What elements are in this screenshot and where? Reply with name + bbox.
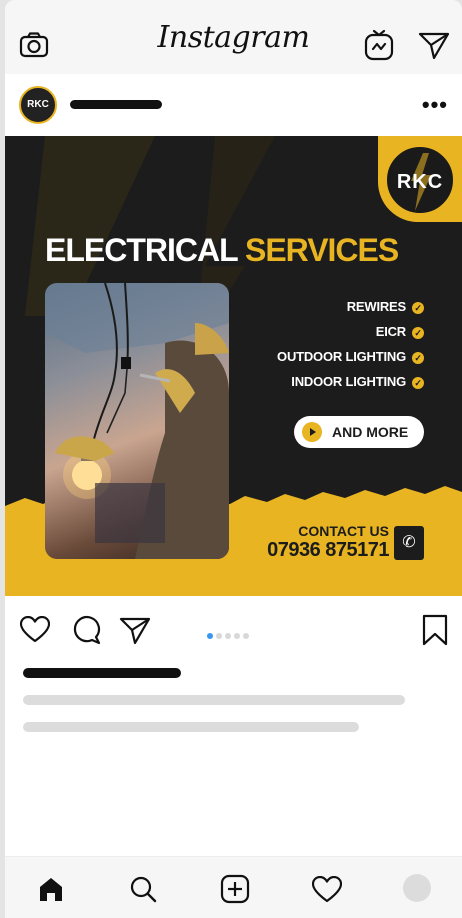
carousel-dot xyxy=(225,633,231,639)
caption-text-placeholder-line xyxy=(23,695,405,705)
electrician-working-illustration xyxy=(45,283,229,559)
profile-avatar[interactable] xyxy=(403,874,431,902)
post-author-avatar[interactable]: RKC xyxy=(19,86,57,124)
more-options-icon[interactable]: ••• xyxy=(422,92,448,118)
contact-block: CONTACT US 07936 875171 xyxy=(267,523,389,562)
username-placeholder[interactable] xyxy=(70,100,162,109)
bookmark-icon[interactable] xyxy=(422,614,448,646)
logo-circle: RKC xyxy=(384,144,456,216)
add-post-icon[interactable] xyxy=(220,874,250,904)
carousel-indicator xyxy=(207,626,252,644)
service-item: EICR ✓ xyxy=(277,323,424,348)
headline: ELECTRICAL SERVICES xyxy=(45,232,399,269)
caption-text-placeholder-line xyxy=(23,722,359,732)
service-label: EICR xyxy=(375,324,406,339)
direct-message-icon[interactable] xyxy=(418,31,450,59)
service-label: REWIRES xyxy=(346,299,406,314)
check-circle-icon: ✓ xyxy=(412,301,424,314)
igtv-icon[interactable] xyxy=(364,29,394,61)
post-image[interactable]: RKC ELECTRICAL SERVICES REWIRES ✓ EICR ✓… xyxy=(5,136,462,596)
post-action-bar xyxy=(5,596,462,666)
post-header: RKC ••• xyxy=(5,74,462,136)
bottom-navigation xyxy=(5,856,462,918)
avatar-logo-text: RKC xyxy=(27,99,49,110)
carousel-dot-active xyxy=(207,633,213,639)
headline-word-electrical: ELECTRICAL xyxy=(45,232,238,268)
caption-username-placeholder[interactable] xyxy=(23,668,181,678)
and-more-label: AND MORE xyxy=(332,424,409,440)
share-icon[interactable] xyxy=(119,616,151,644)
carousel-dot xyxy=(234,633,240,639)
home-icon[interactable] xyxy=(38,876,64,902)
logo-text: RKC xyxy=(396,171,444,193)
service-label: INDOOR LIGHTING xyxy=(291,374,406,389)
service-item: INDOOR LIGHTING ✓ xyxy=(277,373,424,398)
top-bar: Instagram xyxy=(5,0,462,74)
contact-phone-number: 07936 875171 xyxy=(267,539,389,561)
comment-icon[interactable] xyxy=(71,615,101,645)
electrician-photo xyxy=(45,283,229,559)
like-heart-icon[interactable] xyxy=(20,616,50,643)
check-circle-icon: ✓ xyxy=(412,326,424,339)
and-more-pill: AND MORE xyxy=(294,416,424,448)
search-icon[interactable] xyxy=(129,875,157,903)
instagram-app-frame: Instagram RKC ••• RKC ELECTRICAL SERVICE… xyxy=(5,0,462,918)
service-item: OUTDOOR LIGHTING ✓ xyxy=(277,348,424,373)
service-label: OUTDOOR LIGHTING xyxy=(277,349,406,364)
services-list: REWIRES ✓ EICR ✓ OUTDOOR LIGHTING ✓ INDOOR … xyxy=(277,298,424,398)
company-logo-badge: RKC xyxy=(378,136,462,222)
carousel-dot xyxy=(216,633,222,639)
check-circle-icon: ✓ xyxy=(412,376,424,389)
service-item: REWIRES ✓ xyxy=(277,298,424,323)
activity-heart-icon[interactable] xyxy=(312,876,342,903)
headline-word-services: SERVICES xyxy=(244,232,399,268)
contact-label: CONTACT US xyxy=(298,523,389,539)
check-circle-icon: ✓ xyxy=(412,351,424,364)
phone-icon: ✆ xyxy=(394,526,424,560)
carousel-dot xyxy=(243,633,249,639)
play-icon xyxy=(302,422,322,442)
